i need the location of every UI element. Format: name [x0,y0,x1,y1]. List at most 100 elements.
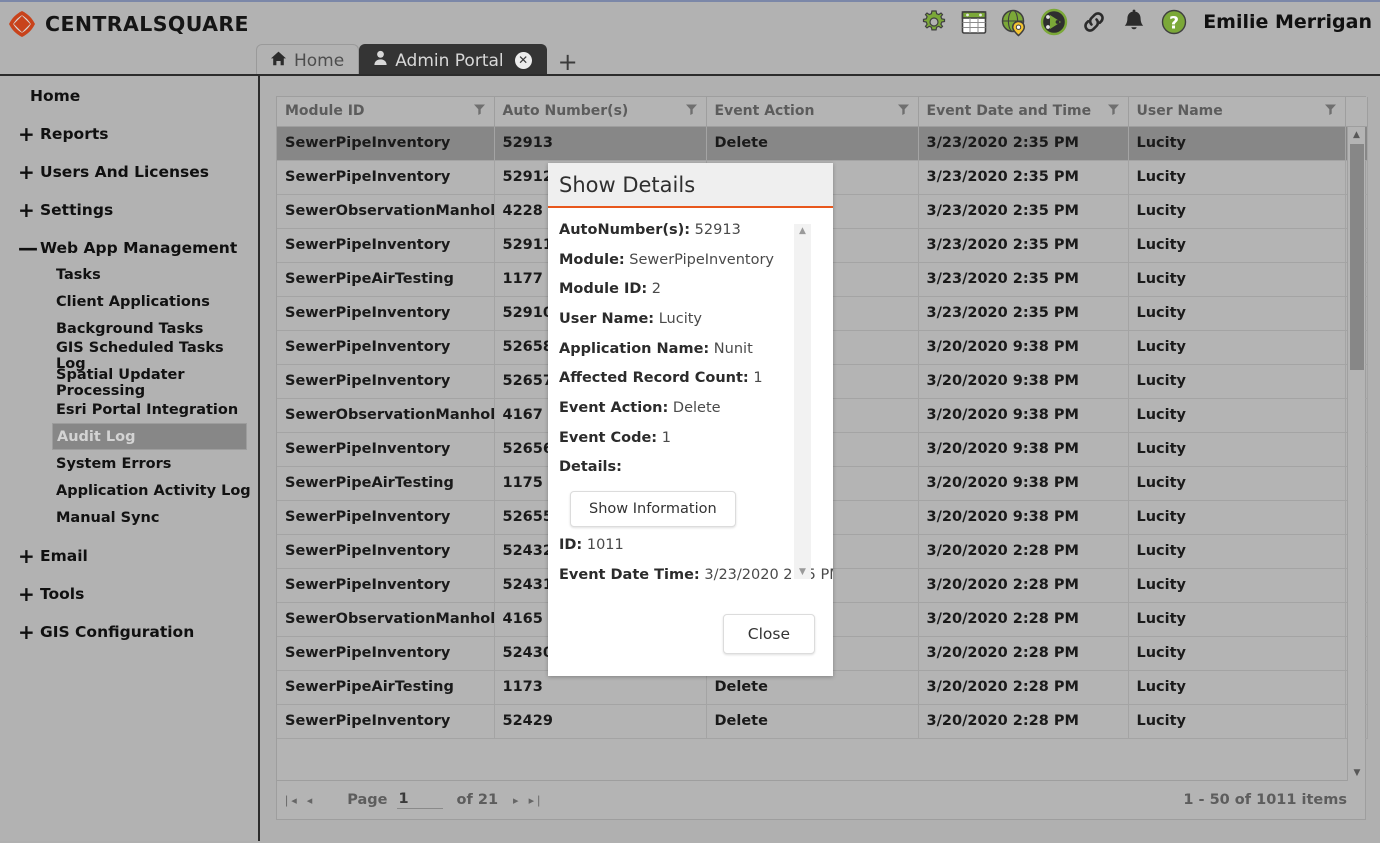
filter-icon[interactable] [897,103,910,120]
dialog-vertical-scrollbar[interactable]: ▲ ▼ [794,224,811,579]
expand-plus-icon[interactable]: + [18,622,40,642]
globe-location-icon[interactable] [999,7,1029,37]
sidebar-item-web-app-management[interactable]: — Web App Management [0,234,258,261]
scrollbar-thumb[interactable] [1350,144,1364,370]
cell-module_id: SewerPipeAirTesting [277,670,495,705]
sidebar-item-users-and-licenses[interactable]: + Users And Licenses [0,158,258,185]
expand-plus-icon[interactable]: + [18,584,40,604]
help-icon[interactable]: ? [1159,7,1189,37]
detail-row: Details: [559,459,833,476]
expand-plus-icon[interactable]: + [18,124,40,144]
detail-label: Details: [559,459,622,476]
cell-module_id: SewerObservationManhole [277,602,495,637]
cell-event_date: 3/20/2020 9:38 PM [918,500,1129,535]
show-information-button[interactable]: Show Information [570,491,736,528]
sidebar-item-gis-scheduled-tasks-log[interactable]: GIS Scheduled Tasks Log [0,340,258,372]
gear-icon[interactable] [919,7,949,37]
sidebar-item-manual-sync[interactable]: Manual Sync [0,504,258,531]
sidebar-item-label: Audit Log [57,428,136,445]
cell-event_date: 3/20/2020 2:28 PM [918,568,1129,603]
filter-icon[interactable] [1324,103,1337,120]
sidebar-item-tasks[interactable]: Tasks [0,261,258,288]
detail-label: Affected Record Count: [559,370,749,387]
cell-event_action: Delete [706,704,919,739]
scroll-down-icon[interactable]: ▼ [794,565,811,579]
sidebar-item-audit-log[interactable]: Audit Log [52,423,247,450]
sidebar-item-tools[interactable]: + Tools [0,580,258,607]
sidebar-item-system-errors[interactable]: System Errors [0,450,258,477]
expand-plus-icon[interactable]: + [18,546,40,566]
column-header-auto-number[interactable]: Auto Number(s) [494,97,707,127]
cell-user_name: Lucity [1128,500,1346,535]
detail-value: 52913 [690,222,741,238]
tab-admin-portal-label: Admin Portal [395,50,504,71]
first-page-button[interactable]: ❘◂ [277,794,302,807]
detail-row: Module: SewerPipeInventory [559,252,833,269]
column-header-user-name[interactable]: User Name [1128,97,1346,127]
filter-icon[interactable] [685,103,698,120]
detail-value: SewerPipeInventory [624,251,775,268]
expand-plus-icon[interactable]: + [18,162,40,182]
scroll-up-icon[interactable]: ▲ [794,224,811,238]
tab-admin-portal[interactable]: Admin Portal ✕ [359,44,547,76]
sidebar-item-background-tasks[interactable]: Background Tasks [0,315,258,342]
sidebar-item-spatial-updater-processing[interactable]: Spatial Updater Processing [0,367,258,399]
detail-value: Nunit [709,340,753,357]
scroll-up-icon[interactable]: ▲ [1348,127,1365,143]
detail-value: 1 [657,429,671,446]
sidebar-item-reports[interactable]: + Reports [0,120,258,147]
sidebar-item-label: Client Applications [56,293,210,310]
item-count-label: 1 - 50 of 1011 items [1183,792,1347,808]
filter-icon[interactable] [473,103,486,120]
cell-event_date: 3/23/2020 2:35 PM [918,228,1129,263]
detail-row: AutoNumber(s): 52913 [559,222,833,239]
cell-auto_number: 52913 [494,126,707,161]
column-header-event-date-and-time[interactable]: Event Date and Time [918,97,1129,127]
cell-module_id: SewerObservationManhole [277,194,495,229]
app-header: CENTRALSQUARE ? Emilie Merrigan Home Adm… [0,0,1380,76]
sidebar-item-email[interactable]: + Email [0,542,258,569]
sidebar-item-client-applications[interactable]: Client Applications [0,288,258,315]
cell-module_id: SewerPipeInventory [277,126,495,161]
expand-plus-icon[interactable]: + [18,200,40,220]
page-number-input[interactable] [396,791,443,809]
detail-label: Module ID: [559,281,648,298]
grid-pager: ❘◂ ◂ Page of 21 ▸ ▸❘ 1 - 50 of 1011 item… [276,781,1366,820]
last-page-button[interactable]: ▸❘ [524,794,549,807]
sidebar-item-esri-portal-integration[interactable]: Esri Portal Integration [0,396,258,423]
link-icon[interactable] [1079,7,1109,37]
cell-user_name: Lucity [1128,296,1346,331]
map-asset-icon[interactable] [1039,7,1069,37]
close-button[interactable]: Close [722,614,815,654]
show-details-dialog: Show Details AutoNumber(s): 52913 Module:… [548,163,833,676]
grid-vertical-scrollbar[interactable]: ▲ ▼ [1347,127,1365,781]
cell-event_date: 3/23/2020 2:35 PM [918,194,1129,229]
detail-label: User Name: [559,311,655,328]
next-page-button[interactable]: ▸ [508,794,524,807]
table-row[interactable]: SewerPipeInventory 52429 Delete 3/20/2020 2… [277,704,1368,739]
column-header-module-id[interactable]: Module ID [277,97,495,127]
column-header-event-action[interactable]: Event Action [706,97,919,127]
scroll-down-icon[interactable]: ▼ [1348,765,1366,781]
sidebar-item-gis-configuration[interactable]: + GIS Configuration [0,618,258,645]
cell-event_date: 3/23/2020 2:35 PM [918,126,1129,161]
tab-home[interactable]: Home [256,44,360,76]
tab-home-label: Home [294,50,345,71]
sidebar-item-settings[interactable]: + Settings [0,196,258,223]
cell-event_action: Delete [706,126,919,161]
bell-icon[interactable] [1119,7,1149,37]
table-row[interactable]: SewerPipeInventory 52913 Delete 3/23/2020 2… [277,126,1368,161]
sidebar-item-label: System Errors [56,455,172,472]
sidebar-item-label: Web App Management [40,238,238,257]
sidebar-item-application-activity-log[interactable]: Application Activity Log [0,477,258,504]
close-icon[interactable]: ✕ [514,52,532,69]
cell-module_id: SewerPipeAirTesting [277,262,495,297]
previous-page-button[interactable]: ◂ [302,794,318,807]
add-tab-button[interactable]: + [558,50,578,74]
filter-icon[interactable] [1107,103,1120,120]
collapse-minus-icon[interactable]: — [18,238,40,258]
calendar-icon[interactable] [959,7,989,37]
sidebar-item-home[interactable]: Home [0,82,258,109]
page-label: Page [347,792,388,808]
brand-logo[interactable]: CENTRALSQUARE [8,10,249,38]
